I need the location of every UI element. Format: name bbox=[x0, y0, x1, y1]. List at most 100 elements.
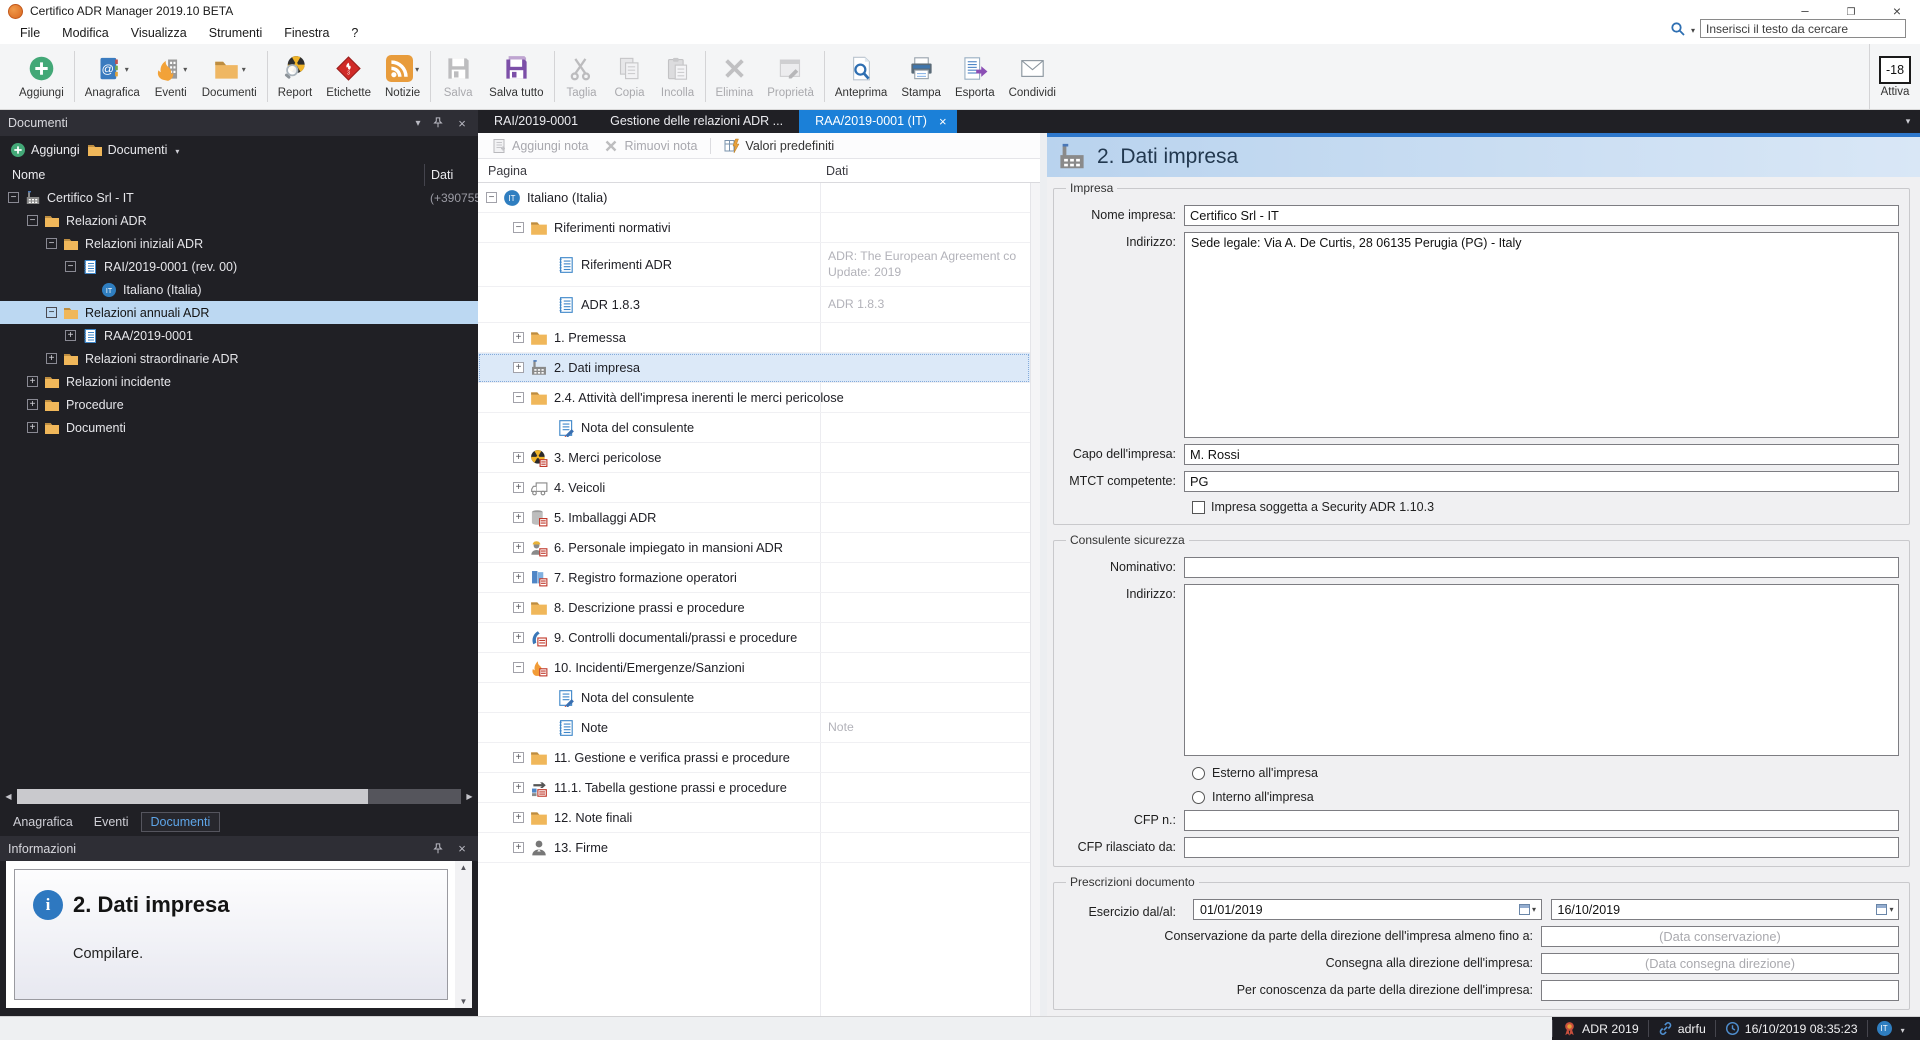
page-row-riferimenti-adr[interactable]: Riferimenti ADRADR: The European Agreeme… bbox=[478, 243, 1030, 287]
toolbar-button-salva-tutto[interactable]: Salva tutto bbox=[482, 44, 550, 109]
page-row-11-gestione-e-verifica-prassi-e-procedure[interactable]: +11. Gestione e verifica prassi e proced… bbox=[478, 743, 1030, 773]
cfp-field[interactable] bbox=[1184, 810, 1899, 831]
document-tab-gestione-delle-relazioni-adr[interactable]: Gestione delle relazioni ADR ... bbox=[594, 110, 799, 133]
chevron-down-icon[interactable] bbox=[183, 63, 187, 75]
toolbar-button-anagrafica[interactable]: @Anagrafica bbox=[78, 44, 147, 109]
tree-item-certifico-srl-it[interactable]: −Certifico Srl - IT(+3907559 bbox=[0, 186, 478, 209]
consulente-indirizzo-field[interactable] bbox=[1184, 584, 1899, 756]
search-dropdown-icon[interactable] bbox=[1691, 22, 1695, 36]
menu-item-strumenti[interactable]: Strumenti bbox=[198, 26, 274, 40]
toolbar-button-notizie[interactable]: Notizie bbox=[378, 44, 427, 109]
collapse-icon[interactable]: − bbox=[27, 215, 38, 226]
toolbar-button-copia[interactable]: Copia bbox=[606, 44, 654, 109]
menu-item-finestra[interactable]: Finestra bbox=[273, 26, 340, 40]
menu-item-file[interactable]: File bbox=[9, 26, 51, 40]
interno-radio[interactable] bbox=[1192, 791, 1205, 804]
nome-impresa-field[interactable] bbox=[1184, 205, 1899, 226]
page-row-7-registro-formazione-operatori[interactable]: +7. Registro formazione operatori bbox=[478, 563, 1030, 593]
close-icon[interactable] bbox=[454, 841, 470, 856]
toolbar-button-elimina[interactable]: Elimina bbox=[709, 44, 761, 109]
expand-icon[interactable]: + bbox=[65, 330, 76, 341]
toolbar-button-incolla[interactable]: Incolla bbox=[654, 44, 702, 109]
tree-item-italiano-italia[interactable]: ITItaliano (Italia) bbox=[0, 278, 478, 301]
indirizzo-field[interactable]: Sede legale: Via A. De Curtis, 28 06135 … bbox=[1184, 232, 1899, 438]
conoscenza-field[interactable] bbox=[1541, 980, 1899, 1001]
close-icon[interactable] bbox=[454, 116, 470, 131]
esterno-radio[interactable] bbox=[1192, 767, 1205, 780]
expand-icon[interactable]: + bbox=[513, 542, 524, 553]
vertical-scrollbar[interactable] bbox=[1030, 183, 1040, 1016]
collapse-icon[interactable]: − bbox=[46, 238, 57, 249]
menu-item-modifica[interactable]: Modifica bbox=[51, 26, 120, 40]
page-row-italiano-italia[interactable]: −ITItaliano (Italia) bbox=[478, 183, 1030, 213]
pin-icon[interactable] bbox=[432, 117, 448, 129]
tree-item-relazioni-adr[interactable]: −Relazioni ADR bbox=[0, 209, 478, 232]
pages-toolbar-button-rimuovi-nota[interactable]: Rimuovi nota bbox=[598, 138, 702, 154]
page-row-nota-del-consulente[interactable]: Nota del consulente bbox=[478, 413, 1030, 443]
tree-item-relazioni-iniziali-adr[interactable]: −Relazioni iniziali ADR bbox=[0, 232, 478, 255]
toolbar-button-salva[interactable]: Salva bbox=[434, 44, 482, 109]
page-row-13-firme[interactable]: +13. Firme bbox=[478, 833, 1030, 863]
toolbar-button-esporta[interactable]: Esporta bbox=[948, 44, 1002, 109]
page-row-6-personale-impiegato-in-mansioni-adr[interactable]: +6. Personale impiegato in mansioni ADR bbox=[478, 533, 1030, 563]
tab-list-dropdown-icon[interactable] bbox=[1896, 110, 1920, 133]
page-row-2-4-attivit-dell-impresa-inerenti-le-merci-pericolose[interactable]: −2.4. Attività dell'impresa inerenti le … bbox=[478, 383, 1030, 413]
collapse-icon[interactable]: − bbox=[513, 222, 524, 233]
expand-icon[interactable]: + bbox=[513, 572, 524, 583]
dock-tab-documenti[interactable]: Documenti bbox=[141, 812, 221, 832]
pin-icon[interactable] bbox=[432, 843, 448, 855]
collapse-icon[interactable]: − bbox=[486, 192, 497, 203]
vertical-scrollbar[interactable]: ▲ ▼ bbox=[455, 861, 472, 1008]
expand-icon[interactable]: + bbox=[513, 482, 524, 493]
expand-icon[interactable]: + bbox=[513, 452, 524, 463]
page-row-11-1-tabella-gestione-prassi-e-procedure[interactable]: +11.1. Tabella gestione prassi e procedu… bbox=[478, 773, 1030, 803]
search-input[interactable] bbox=[1700, 19, 1906, 38]
expand-icon[interactable]: + bbox=[513, 362, 524, 373]
toolbar-button-eventi[interactable]: Eventi bbox=[147, 44, 195, 109]
expand-icon[interactable]: + bbox=[513, 842, 524, 853]
expand-icon[interactable]: + bbox=[46, 353, 57, 364]
calendar-dropdown-icon[interactable] bbox=[1515, 900, 1541, 919]
column-header-pagina[interactable]: Pagina bbox=[478, 164, 527, 178]
expand-icon[interactable]: + bbox=[513, 602, 524, 613]
toolbar-button-anteprima[interactable]: Anteprima bbox=[828, 44, 894, 109]
dock-tab-eventi[interactable]: Eventi bbox=[85, 813, 138, 831]
tree-item-relazioni-straordinarie-adr[interactable]: +Relazioni straordinarie ADR bbox=[0, 347, 478, 370]
scrollbar-thumb[interactable] bbox=[17, 789, 368, 804]
page-row-nota-del-consulente[interactable]: Nota del consulente bbox=[478, 683, 1030, 713]
calendar-dropdown-icon[interactable] bbox=[1872, 900, 1898, 919]
expand-icon[interactable]: + bbox=[27, 399, 38, 410]
mtct-field[interactable] bbox=[1184, 471, 1899, 492]
expand-icon[interactable]: + bbox=[513, 632, 524, 643]
chevron-down-icon[interactable] bbox=[410, 118, 426, 129]
column-header-dati[interactable]: Dati bbox=[424, 164, 453, 186]
toolbar-button-documenti[interactable]: Documenti bbox=[195, 44, 264, 109]
toolbar-button-propriet[interactable]: Proprietà bbox=[760, 44, 821, 109]
consegna-field[interactable] bbox=[1541, 953, 1899, 974]
chevron-down-icon[interactable] bbox=[415, 63, 419, 75]
esercizio-dal-field[interactable]: 01/01/2019 bbox=[1193, 899, 1542, 920]
expand-icon[interactable]: + bbox=[513, 782, 524, 793]
cfp-da-field[interactable] bbox=[1184, 837, 1899, 858]
document-tab-rai-2019-0001[interactable]: RAI/2019-0001 bbox=[478, 110, 594, 133]
toolbar-button-aggiungi[interactable]: Aggiungi bbox=[12, 44, 71, 109]
page-row-9-controlli-documentali-prassi-e-procedure[interactable]: +9. Controlli documentali/prassi e proce… bbox=[478, 623, 1030, 653]
page-row-10-incidenti-emergenze-sanzioni[interactable]: −10. Incidenti/Emergenze/Sanzioni bbox=[478, 653, 1030, 683]
tree-item-raa-2019-0001[interactable]: +RAA/2019-0001 bbox=[0, 324, 478, 347]
tree-item-procedure[interactable]: +Procedure bbox=[0, 393, 478, 416]
page-row-12-note-finali[interactable]: +12. Note finali bbox=[478, 803, 1030, 833]
menu-item-[interactable]: ? bbox=[340, 26, 369, 40]
toolbar-button-stampa[interactable]: Stampa bbox=[894, 44, 948, 109]
collapse-icon[interactable]: − bbox=[65, 261, 76, 272]
conservazione-field[interactable] bbox=[1541, 926, 1899, 947]
security-checkbox[interactable] bbox=[1192, 501, 1205, 514]
status-item-adrfu[interactable]: adrfu bbox=[1648, 1020, 1715, 1037]
collapse-icon[interactable]: − bbox=[8, 192, 19, 203]
page-row-note[interactable]: NoteNote bbox=[478, 713, 1030, 743]
document-tab-raa-2019-0001-it[interactable]: RAA/2019-0001 (IT) bbox=[799, 110, 956, 133]
dock-tab-anagrafica[interactable]: Anagrafica bbox=[4, 813, 82, 831]
page-row-riferimenti-normativi[interactable]: −Riferimenti normativi bbox=[478, 213, 1030, 243]
status-item-language[interactable]: IT bbox=[1867, 1020, 1914, 1037]
collapse-icon[interactable]: − bbox=[513, 392, 524, 403]
esercizio-al-field[interactable]: 16/10/2019 bbox=[1551, 899, 1900, 920]
